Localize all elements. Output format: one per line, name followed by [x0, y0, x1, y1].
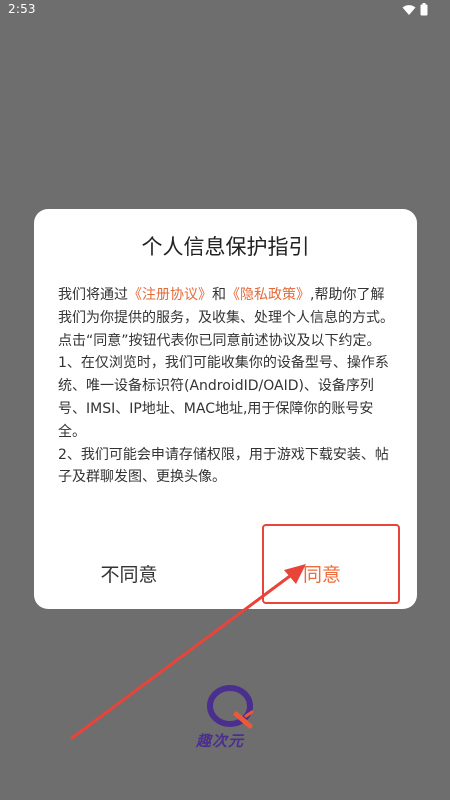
- p1-prefix: 我们将通过: [58, 287, 128, 303]
- body-paragraph-2: 点击“同意”按钮代表你已同意前述协议及以下约定。: [58, 332, 381, 349]
- disagree-button[interactable]: 不同意: [34, 549, 224, 597]
- status-time: 2:53: [8, 2, 36, 16]
- body-paragraph-3: 1、在仅浏览时，我们可能收集你的设备型号、操作系统、唯一设备标识符(Androi…: [58, 355, 389, 440]
- p1-and: 和: [212, 287, 226, 303]
- body-paragraph-4: 2、我们可能会申请存储权限，用于游戏下载安装、帖子及群聊发图、更换头像。: [58, 446, 389, 486]
- dialog-title: 个人信息保护指引: [141, 235, 310, 259]
- register-agreement-link[interactable]: 《注册协议》: [128, 287, 212, 303]
- status-icons: [402, 3, 428, 16]
- status-bar: 2:53: [0, 0, 450, 20]
- agree-highlight-box: [262, 524, 400, 604]
- app-logo-text: 趣次元: [196, 732, 245, 750]
- dialog-body: 我们将通过《注册协议》和《隐私政策》,帮助你了解我们为你提供的服务，及收集、处理…: [58, 284, 395, 489]
- privacy-policy-link[interactable]: 《隐私政策》: [226, 287, 310, 303]
- wifi-icon: [402, 4, 416, 15]
- body-paragraph-1: 我们将通过《注册协议》和《隐私政策》,帮助你了解我们为你提供的服务，及收集、处理…: [58, 284, 395, 330]
- battery-icon: [420, 3, 428, 16]
